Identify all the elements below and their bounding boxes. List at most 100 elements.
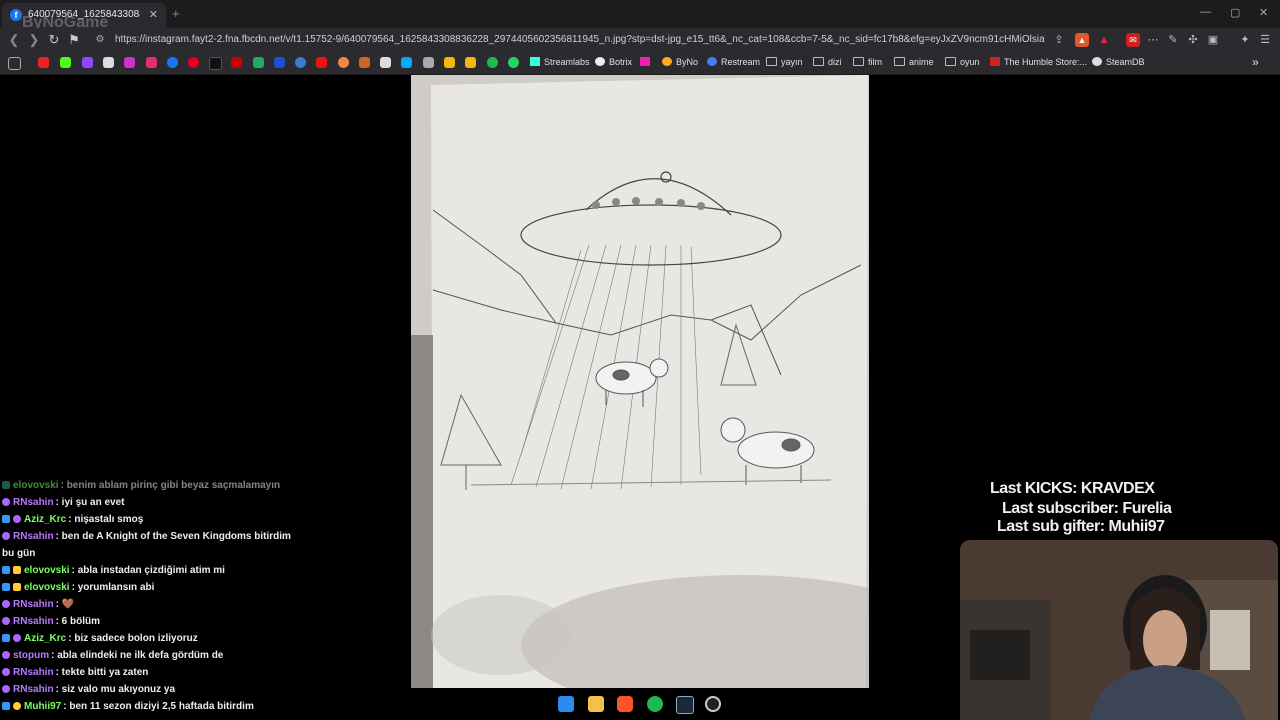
spotify-icon[interactable] <box>487 57 498 68</box>
badge-icon <box>2 685 10 693</box>
taskbar <box>552 690 732 718</box>
stream-chat: elovovski: benim ablam pirinç gibi beyaz… <box>0 477 300 720</box>
site-icon <box>640 57 650 66</box>
badge-icon <box>2 532 10 540</box>
chat-message: RNsahin: tekte bitti ya zaten <box>2 664 298 681</box>
whatsapp-icon[interactable] <box>508 57 519 68</box>
site-icon[interactable] <box>295 57 306 68</box>
site-icon[interactable] <box>359 57 370 68</box>
badge-icon <box>2 583 10 591</box>
extension-icon[interactable]: ✎ <box>1166 33 1180 47</box>
site-icon[interactable] <box>231 57 242 68</box>
obs-icon[interactable] <box>705 696 721 712</box>
bookmark-humble-store[interactable]: The Humble Store:... <box>990 57 1087 67</box>
photo-viewer-image <box>411 75 869 688</box>
x-icon[interactable] <box>103 57 114 68</box>
close-tab-icon[interactable]: ✕ <box>149 8 158 21</box>
badge-icon <box>2 668 10 676</box>
leo-icon[interactable]: ✦ <box>1238 33 1252 47</box>
badge-icon <box>2 651 10 659</box>
webcam-image <box>960 540 1278 720</box>
restream-icon <box>707 57 717 66</box>
folder-icon <box>813 57 824 66</box>
badge-icon <box>2 600 10 608</box>
kick-icon[interactable] <box>60 57 71 68</box>
site-icon[interactable] <box>124 57 135 68</box>
site-icon[interactable] <box>401 57 412 68</box>
badge-icon <box>13 515 21 523</box>
brave-browser-icon[interactable] <box>617 696 633 712</box>
instagram-icon[interactable] <box>146 57 157 68</box>
badge-icon <box>13 566 21 574</box>
site-icon[interactable] <box>274 57 285 68</box>
bookmark-site[interactable] <box>640 57 654 67</box>
youtube-icon[interactable] <box>38 57 49 68</box>
last-sub-gifter-label: Last sub gifter: Muhii97 <box>997 518 1165 535</box>
pencil-drawing <box>411 75 869 688</box>
puzzle-icon[interactable]: ✣ <box>1186 33 1200 47</box>
folder-icon <box>853 57 864 66</box>
chat-message: Muhii97: ben 11 sezon diziyi 2,5 haftada… <box>2 698 298 715</box>
sidebar-icon[interactable]: ▣ <box>1206 33 1220 47</box>
brave-rewards-icon[interactable]: ▲ <box>1097 33 1111 47</box>
site-icon[interactable] <box>444 57 455 68</box>
badge-icon <box>2 498 10 506</box>
webcam-feed <box>960 540 1278 720</box>
address-toolbar: ❮ ❯ ↻ ⚑ ⚙ https://instagram.fayt2-2.fna.… <box>0 28 1280 52</box>
tiktok-icon[interactable] <box>209 57 222 70</box>
pinterest-icon[interactable] <box>188 57 199 68</box>
bookmark-byno[interactable]: ByNo <box>662 57 698 67</box>
binance-icon[interactable] <box>465 57 476 68</box>
bookmark-botrix[interactable]: Botrix <box>595 57 632 67</box>
chat-message: elovovski: benim ablam pirinç gibi beyaz… <box>2 477 298 494</box>
folder-icon <box>766 57 777 66</box>
minimize-icon[interactable]: — <box>1200 6 1211 18</box>
bookmark-folder-yayin[interactable]: yayın <box>766 57 803 67</box>
spotify-icon[interactable] <box>647 696 663 712</box>
site-icon[interactable] <box>338 57 349 68</box>
chat-message: elovovski: yorumlansın abi <box>2 579 298 596</box>
url-field[interactable]: https://instagram.fayt2-2.fna.fbcdn.net/… <box>115 34 1045 45</box>
amazon-icon[interactable] <box>380 57 391 68</box>
site-settings-icon[interactable]: ⚙ <box>92 34 108 45</box>
bookmark-icon[interactable]: ⚑ <box>66 32 82 48</box>
steam-icon[interactable] <box>676 696 694 714</box>
bookmark-folder-anime[interactable]: anime <box>894 57 934 67</box>
share-icon[interactable]: ⇪ <box>1052 33 1066 47</box>
bookmark-folder-oyun[interactable]: oyun <box>945 57 980 67</box>
badge-icon <box>2 566 10 574</box>
bookmark-restream[interactable]: Restream <box>707 57 760 67</box>
extension-icon[interactable]: ✉ <box>1126 33 1140 47</box>
more-extensions-icon[interactable]: ⋯ <box>1146 33 1160 47</box>
brave-shields-icon[interactable]: ▲ <box>1075 33 1089 47</box>
new-tab-button[interactable]: + <box>172 6 180 21</box>
facebook-icon[interactable] <box>167 57 178 68</box>
maximize-icon[interactable]: ▢ <box>1230 6 1240 19</box>
badge-icon <box>13 634 21 642</box>
bookmark-folder-film[interactable]: film <box>853 57 882 67</box>
site-icon[interactable] <box>423 57 434 68</box>
windows-start-icon[interactable] <box>558 696 574 712</box>
site-icon[interactable] <box>253 57 264 68</box>
chat-message: RNsahin: 🤎 <box>2 596 298 613</box>
bookmark-folder-dizi[interactable]: dizi <box>813 57 842 67</box>
chat-message: RNsahin: iyi şu an evet <box>2 494 298 511</box>
window-close-icon[interactable]: ✕ <box>1259 6 1268 19</box>
back-icon[interactable]: ❮ <box>6 32 22 48</box>
forward-icon[interactable]: ❯ <box>26 32 42 48</box>
site-icon[interactable] <box>316 57 327 68</box>
bookmark-streamlabs[interactable]: Streamlabs <box>530 57 590 67</box>
twitch-icon[interactable] <box>82 57 93 68</box>
badge-icon <box>13 702 21 710</box>
bookmark-steamdb[interactable]: SteamDB <box>1092 57 1145 67</box>
facebook-icon: f <box>10 9 22 21</box>
steamdb-icon <box>1092 57 1102 66</box>
file-explorer-icon[interactable] <box>588 696 604 712</box>
menu-icon[interactable]: ☰ <box>1258 33 1272 47</box>
badge-icon <box>13 583 21 591</box>
tab-strip: f 640079564_1625843308836228... ✕ + ByNo… <box>0 0 1280 31</box>
reload-icon[interactable]: ↻ <box>46 32 62 48</box>
more-bookmarks-icon[interactable]: » <box>1252 55 1259 69</box>
apps-grid-icon[interactable] <box>8 57 21 70</box>
folder-icon <box>945 57 956 66</box>
